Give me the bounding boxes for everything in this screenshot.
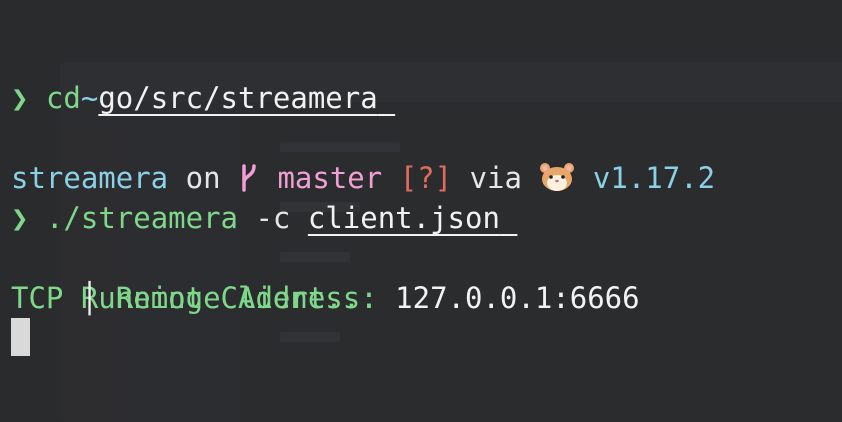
- terminal-line-run: ❯ ./streamera -c client.json: [11, 198, 517, 238]
- output-remote-address: 127.0.0.1:6666: [395, 281, 640, 315]
- terminal-line-cd: ❯ cd go/src/streamera: [11, 78, 395, 118]
- terminal-window[interactable]: ~ ❯ cd go/src/streamera streamera on mas…: [0, 0, 842, 406]
- command-name: cd: [45, 81, 81, 115]
- current-directory: streamera: [11, 161, 169, 195]
- command-argument: client.json: [307, 201, 500, 235]
- output-line-address: TCP │ Remote Address: 127.0.0.1:6666: [11, 278, 640, 318]
- on-text: on: [185, 161, 221, 195]
- terminal-cursor[interactable]: [11, 318, 30, 356]
- output-separator: │: [80, 281, 99, 315]
- command-argument: go/src/streamera: [98, 81, 378, 115]
- prompt-symbol: ❯: [11, 201, 29, 235]
- git-branch-name: master: [277, 161, 383, 195]
- git-branch-icon: [238, 161, 260, 195]
- output-protocol: TCP: [11, 281, 64, 315]
- via-text: via: [469, 161, 522, 195]
- language-version: v1.17.2: [592, 161, 716, 195]
- terminal-status-line: streamera on master [?] via v1.17.2: [11, 158, 715, 198]
- terminal-line-tilde: ~: [11, 38, 98, 115]
- output-remote-label: Remote Address:: [115, 281, 378, 315]
- hamster-icon: [539, 162, 575, 192]
- output-line-running: Running Client...: [11, 238, 378, 315]
- command-flag: -c: [255, 201, 291, 235]
- git-status: [?]: [399, 161, 453, 195]
- prompt-symbol: ❯: [11, 81, 29, 115]
- command-name: ./streamera: [45, 201, 238, 235]
